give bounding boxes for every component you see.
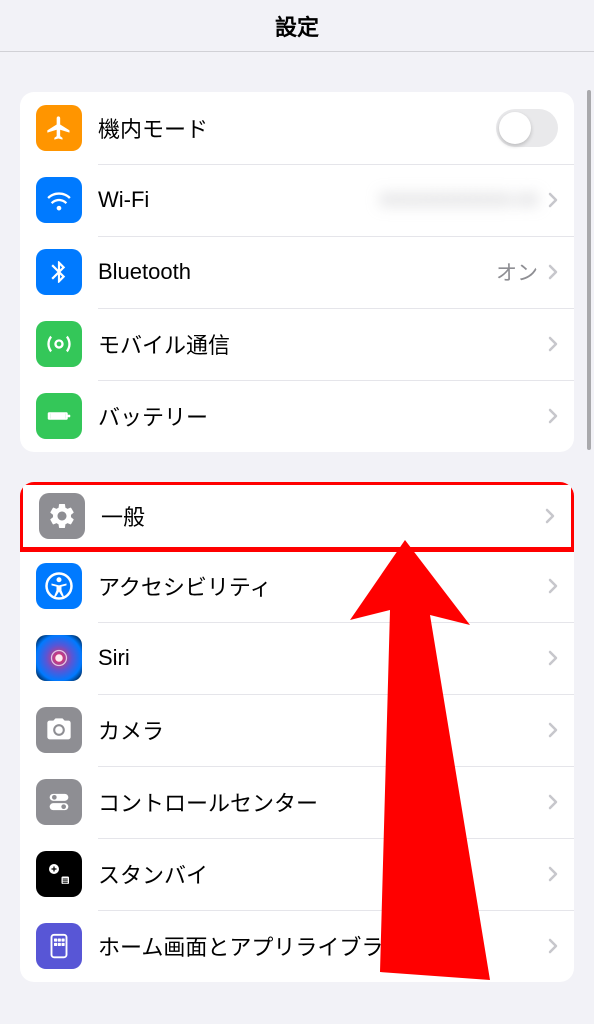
row-label: バッテリー xyxy=(98,400,548,432)
row-control-center[interactable]: コントロールセンター xyxy=(20,766,574,838)
wifi-network-name: XXXXXXXXXXXX-XX xyxy=(379,190,538,211)
row-accessibility[interactable]: アクセシビリティ xyxy=(20,550,574,622)
chevron-right-icon xyxy=(548,578,558,594)
chevron-right-icon xyxy=(545,508,555,524)
row-label: 機内モード xyxy=(98,112,496,144)
row-label: アクセシビリティ xyxy=(98,570,548,602)
chevron-right-icon xyxy=(548,192,558,208)
control-center-icon xyxy=(36,779,82,825)
bluetooth-icon xyxy=(36,249,82,295)
row-cellular[interactable]: モバイル通信 xyxy=(20,308,574,380)
cellular-icon xyxy=(36,321,82,367)
row-label: カメラ xyxy=(98,714,548,746)
home-screen-icon xyxy=(36,923,82,969)
camera-icon xyxy=(36,707,82,753)
chevron-right-icon xyxy=(548,408,558,424)
row-label: Wi-Fi xyxy=(98,187,379,213)
accessibility-icon xyxy=(36,563,82,609)
page-title: 設定 xyxy=(275,10,319,42)
row-label: コントロールセンター xyxy=(98,786,548,818)
gear-icon xyxy=(39,493,85,539)
chevron-right-icon xyxy=(548,938,558,954)
chevron-right-icon xyxy=(548,264,558,280)
chevron-right-icon xyxy=(548,794,558,810)
row-label: スタンバイ xyxy=(98,858,548,890)
battery-icon xyxy=(36,393,82,439)
settings-group-system: 一般 アクセシビリティ Siri カメラ xyxy=(20,482,574,982)
row-airplane-mode[interactable]: 機内モード xyxy=(20,92,574,164)
chevron-right-icon xyxy=(548,336,558,352)
siri-icon xyxy=(36,635,82,681)
row-label: Bluetooth xyxy=(98,259,496,285)
row-siri[interactable]: Siri xyxy=(20,622,574,694)
header: 設定 xyxy=(0,0,594,52)
row-label: ホーム画面とアプリライブラリ xyxy=(98,930,548,962)
row-battery[interactable]: バッテリー xyxy=(20,380,574,452)
airplane-icon xyxy=(36,105,82,151)
bluetooth-status: オン xyxy=(496,257,538,287)
airplane-toggle[interactable] xyxy=(496,109,558,147)
wifi-icon xyxy=(36,177,82,223)
row-general[interactable]: 一般 xyxy=(20,482,574,552)
chevron-right-icon xyxy=(548,866,558,882)
settings-group-connectivity: 機内モード Wi-Fi XXXXXXXXXXXX-XX Bluetooth オン… xyxy=(20,92,574,452)
row-camera[interactable]: カメラ xyxy=(20,694,574,766)
row-home-screen[interactable]: ホーム画面とアプリライブラリ xyxy=(20,910,574,982)
standby-icon xyxy=(36,851,82,897)
row-wifi[interactable]: Wi-Fi XXXXXXXXXXXX-XX xyxy=(20,164,574,236)
row-bluetooth[interactable]: Bluetooth オン xyxy=(20,236,574,308)
row-label: モバイル通信 xyxy=(98,328,548,360)
row-label: Siri xyxy=(98,645,548,671)
chevron-right-icon xyxy=(548,650,558,666)
chevron-right-icon xyxy=(548,722,558,738)
scroll-indicator[interactable] xyxy=(587,90,591,450)
row-standby[interactable]: スタンバイ xyxy=(20,838,574,910)
row-label: 一般 xyxy=(101,500,545,532)
